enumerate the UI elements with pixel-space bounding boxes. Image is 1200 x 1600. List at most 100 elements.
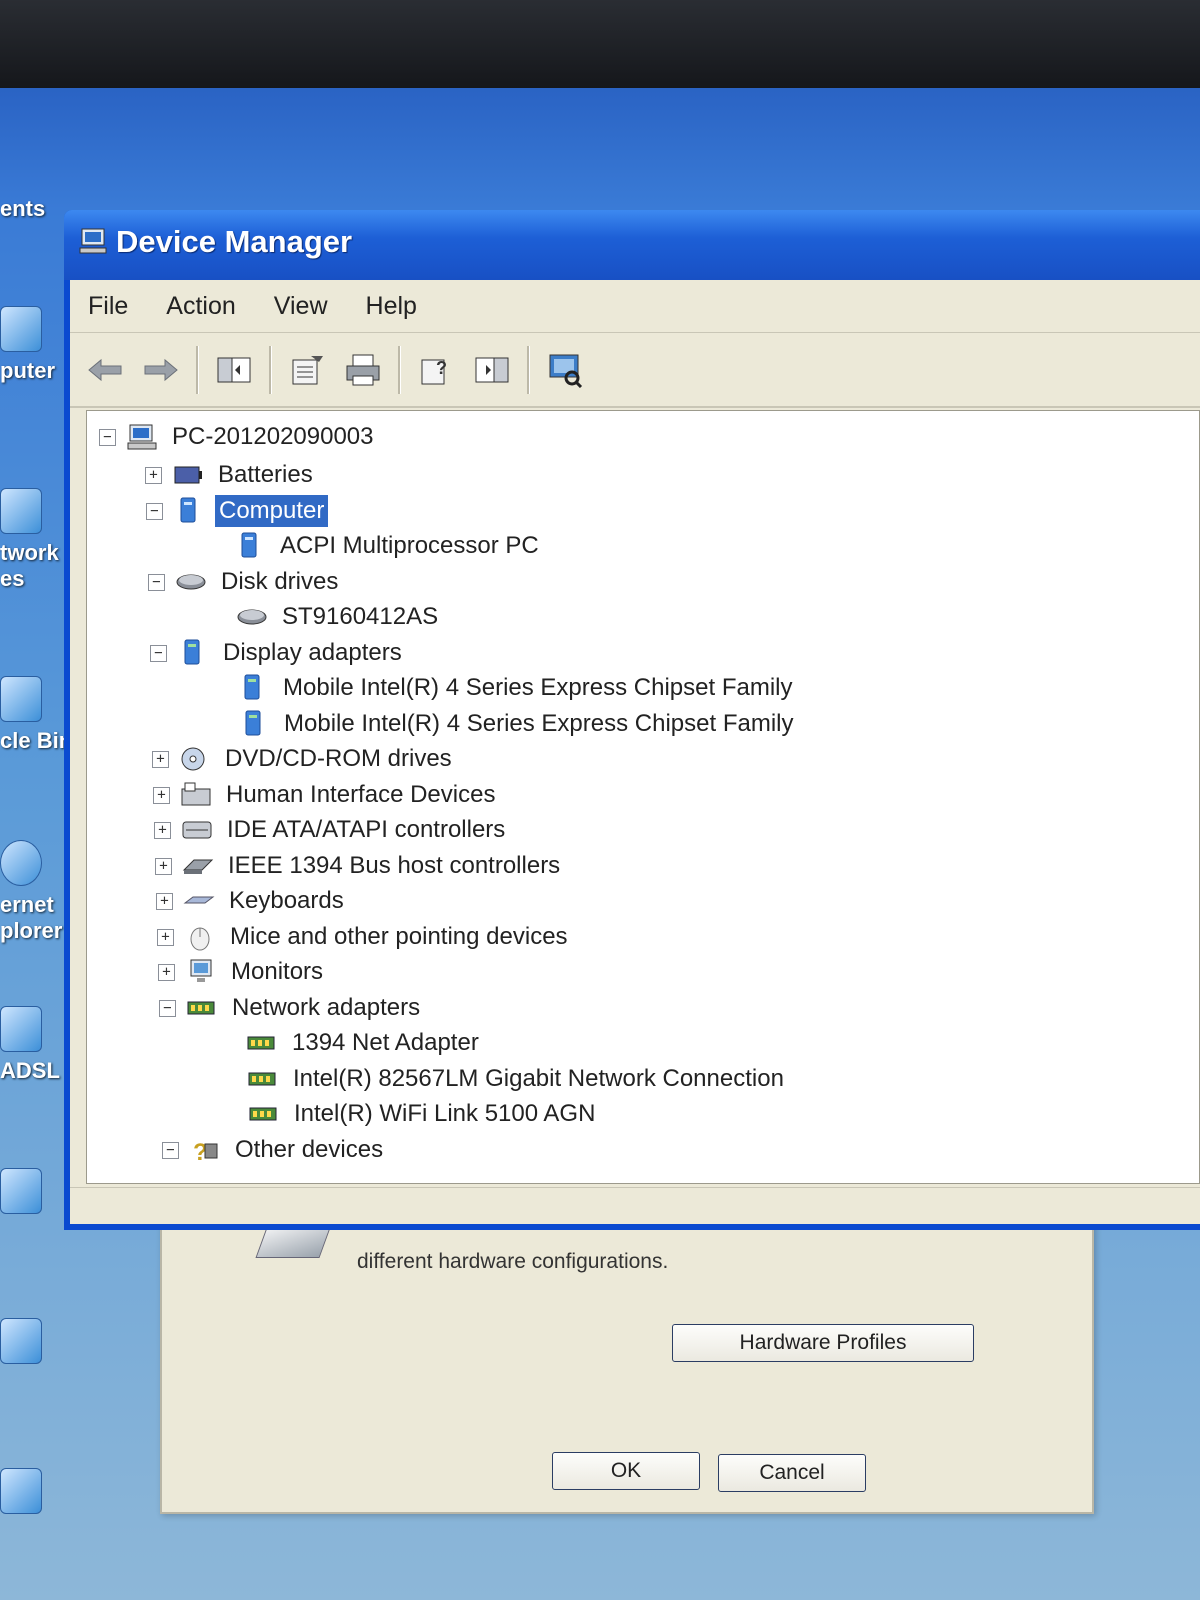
device-tree[interactable]: − PC-201202090003 + Batteries − Computer ACP… [86, 410, 1200, 1184]
tree-item-label: Other devices [235, 1136, 384, 1163]
network-places-icon [0, 488, 42, 534]
tree-category[interactable]: + DVD/CD-ROM drives [152, 741, 456, 777]
menu-view[interactable]: View [274, 292, 328, 321]
tree-connector [211, 716, 228, 733]
forward-button[interactable] [138, 347, 184, 393]
show-hide-tree-icon [217, 357, 251, 383]
tree-connector [220, 1071, 237, 1088]
network-adapter-icon [247, 1036, 275, 1050]
display-adapter-icon [245, 710, 261, 736]
device-manager-window: Device Manager File Action View Help ? −… [64, 210, 1200, 1230]
cancel-button[interactable]: Cancel [718, 1454, 866, 1492]
forward-icon [144, 358, 178, 382]
tree-item-label: Mobile Intel(R) 4 Series Express Chipset… [284, 710, 794, 737]
tree-category[interactable]: + Human Interface Devices [153, 777, 499, 813]
tree-category[interactable]: − Computer [146, 493, 329, 529]
mouse-icon [190, 927, 210, 951]
expand-icon[interactable]: + [154, 821, 171, 839]
ok-button[interactable]: OK [552, 1452, 700, 1490]
tree-item-label: Disk drives [221, 568, 339, 595]
adsl-icon [0, 1006, 42, 1052]
dvd-drive-icon [181, 747, 205, 771]
update-driver-button[interactable] [469, 347, 515, 393]
display-adapter-icon [184, 639, 200, 665]
internet-explorer-icon [0, 840, 42, 886]
collapse-icon[interactable]: − [150, 644, 167, 662]
tree-category[interactable]: −? Other devices [162, 1132, 387, 1168]
scan-hardware-button[interactable] [542, 347, 588, 393]
ieee1394-icon [182, 859, 214, 874]
collapse-icon[interactable]: − [162, 1141, 179, 1159]
tree-item-label: Human Interface Devices [226, 781, 496, 808]
menu-file[interactable]: File [88, 292, 128, 321]
tree-device[interactable]: Mobile Intel(R) 4 Series Express Chipset… [210, 670, 797, 706]
menu-action[interactable]: Action [166, 292, 235, 321]
tree-category[interactable]: + IDE ATA/ATAPI controllers [154, 812, 509, 848]
collapse-icon[interactable]: − [99, 428, 116, 446]
tree-item-label: DVD/CD-ROM drives [225, 745, 452, 772]
battery-icon [174, 466, 202, 484]
expand-icon[interactable]: + [145, 466, 162, 484]
expand-icon[interactable]: + [157, 928, 174, 946]
tree-category[interactable]: − Disk drives [148, 564, 342, 600]
collapse-icon[interactable]: − [146, 502, 163, 520]
tree-category[interactable]: − Network adapters [159, 990, 424, 1026]
shortcut-icon [0, 1318, 42, 1364]
disk-drive-icon [237, 609, 267, 625]
tree-item-label: Mice and other pointing devices [230, 923, 568, 950]
desktop-icon-shortcut[interactable] [0, 1318, 110, 1370]
tree-item-label: IEEE 1394 Bus host controllers [228, 852, 561, 879]
tree-category[interactable]: + Monitors [158, 954, 327, 990]
tree-item-label: IDE ATA/ATAPI controllers [227, 816, 506, 843]
expand-icon[interactable]: + [156, 892, 173, 910]
menu-help[interactable]: Help [366, 292, 417, 321]
print-button[interactable] [340, 347, 386, 393]
client-area: File Action View Help ? − PC-20120209000… [70, 280, 1200, 1224]
network-adapter-icon [187, 1001, 215, 1015]
expand-icon[interactable]: + [155, 857, 172, 875]
title-bar[interactable]: Device Manager [64, 210, 1200, 280]
computer-icon [180, 497, 196, 523]
monitor-bezel [0, 0, 1200, 92]
tree-category[interactable]: + IEEE 1394 Bus host controllers [155, 848, 564, 884]
hardware-profiles-button[interactable]: Hardware Profiles [672, 1324, 974, 1362]
properties-button[interactable] [284, 347, 330, 393]
status-bar [70, 1187, 1200, 1224]
tree-connector [210, 680, 227, 697]
tree-item-label: Network adapters [232, 994, 421, 1021]
expand-icon[interactable]: + [158, 963, 175, 981]
ide-controller-icon [182, 821, 212, 839]
show-hide-tree-button[interactable] [211, 347, 257, 393]
tree-item-label: Keyboards [229, 887, 344, 914]
tree-item-label: Monitors [231, 958, 324, 985]
tree-device[interactable]: ST9160412AS [209, 599, 442, 635]
tree-category[interactable]: + Mice and other pointing devices [157, 919, 572, 955]
tree-device[interactable]: Intel(R) 82567LM Gigabit Network Connect… [220, 1061, 788, 1097]
tree-category[interactable]: + Batteries [145, 457, 317, 493]
toolbar-separator [269, 346, 272, 394]
toolbar-separator [196, 346, 199, 394]
tree-device[interactable]: Mobile Intel(R) 4 Series Express Chipset… [211, 706, 798, 742]
desktop-icon-skype[interactable] [0, 1468, 110, 1520]
collapse-icon[interactable]: − [148, 573, 165, 591]
tree-device[interactable]: 1394 Net Adapter [219, 1025, 483, 1061]
tree-root[interactable]: − PC-201202090003 [99, 419, 378, 455]
expand-icon[interactable]: + [153, 786, 170, 804]
help-button[interactable]: ? [413, 347, 459, 393]
expand-icon[interactable]: + [152, 750, 169, 768]
tree-device[interactable]: ACPI Multiprocessor PC [207, 528, 543, 564]
my-computer-icon [0, 306, 42, 352]
hid-icon [181, 782, 211, 806]
hardware-profiles-description: different hardware configurations. [357, 1250, 669, 1273]
recycle-bin-icon [0, 676, 42, 722]
back-button[interactable] [82, 347, 128, 393]
print-icon [346, 354, 380, 386]
toolbar: ? [70, 334, 1200, 408]
tree-category[interactable]: − Display adapters [150, 635, 406, 671]
tree-item-label: Intel(R) WiFi Link 5100 AGN [294, 1100, 596, 1127]
collapse-icon[interactable]: − [159, 999, 176, 1017]
display-adapter-icon [244, 674, 260, 700]
tree-root-label: PC-201202090003 [172, 423, 374, 450]
tree-category[interactable]: + Keyboards [156, 883, 348, 919]
tree-device[interactable]: Intel(R) WiFi Link 5100 AGN [221, 1096, 599, 1132]
